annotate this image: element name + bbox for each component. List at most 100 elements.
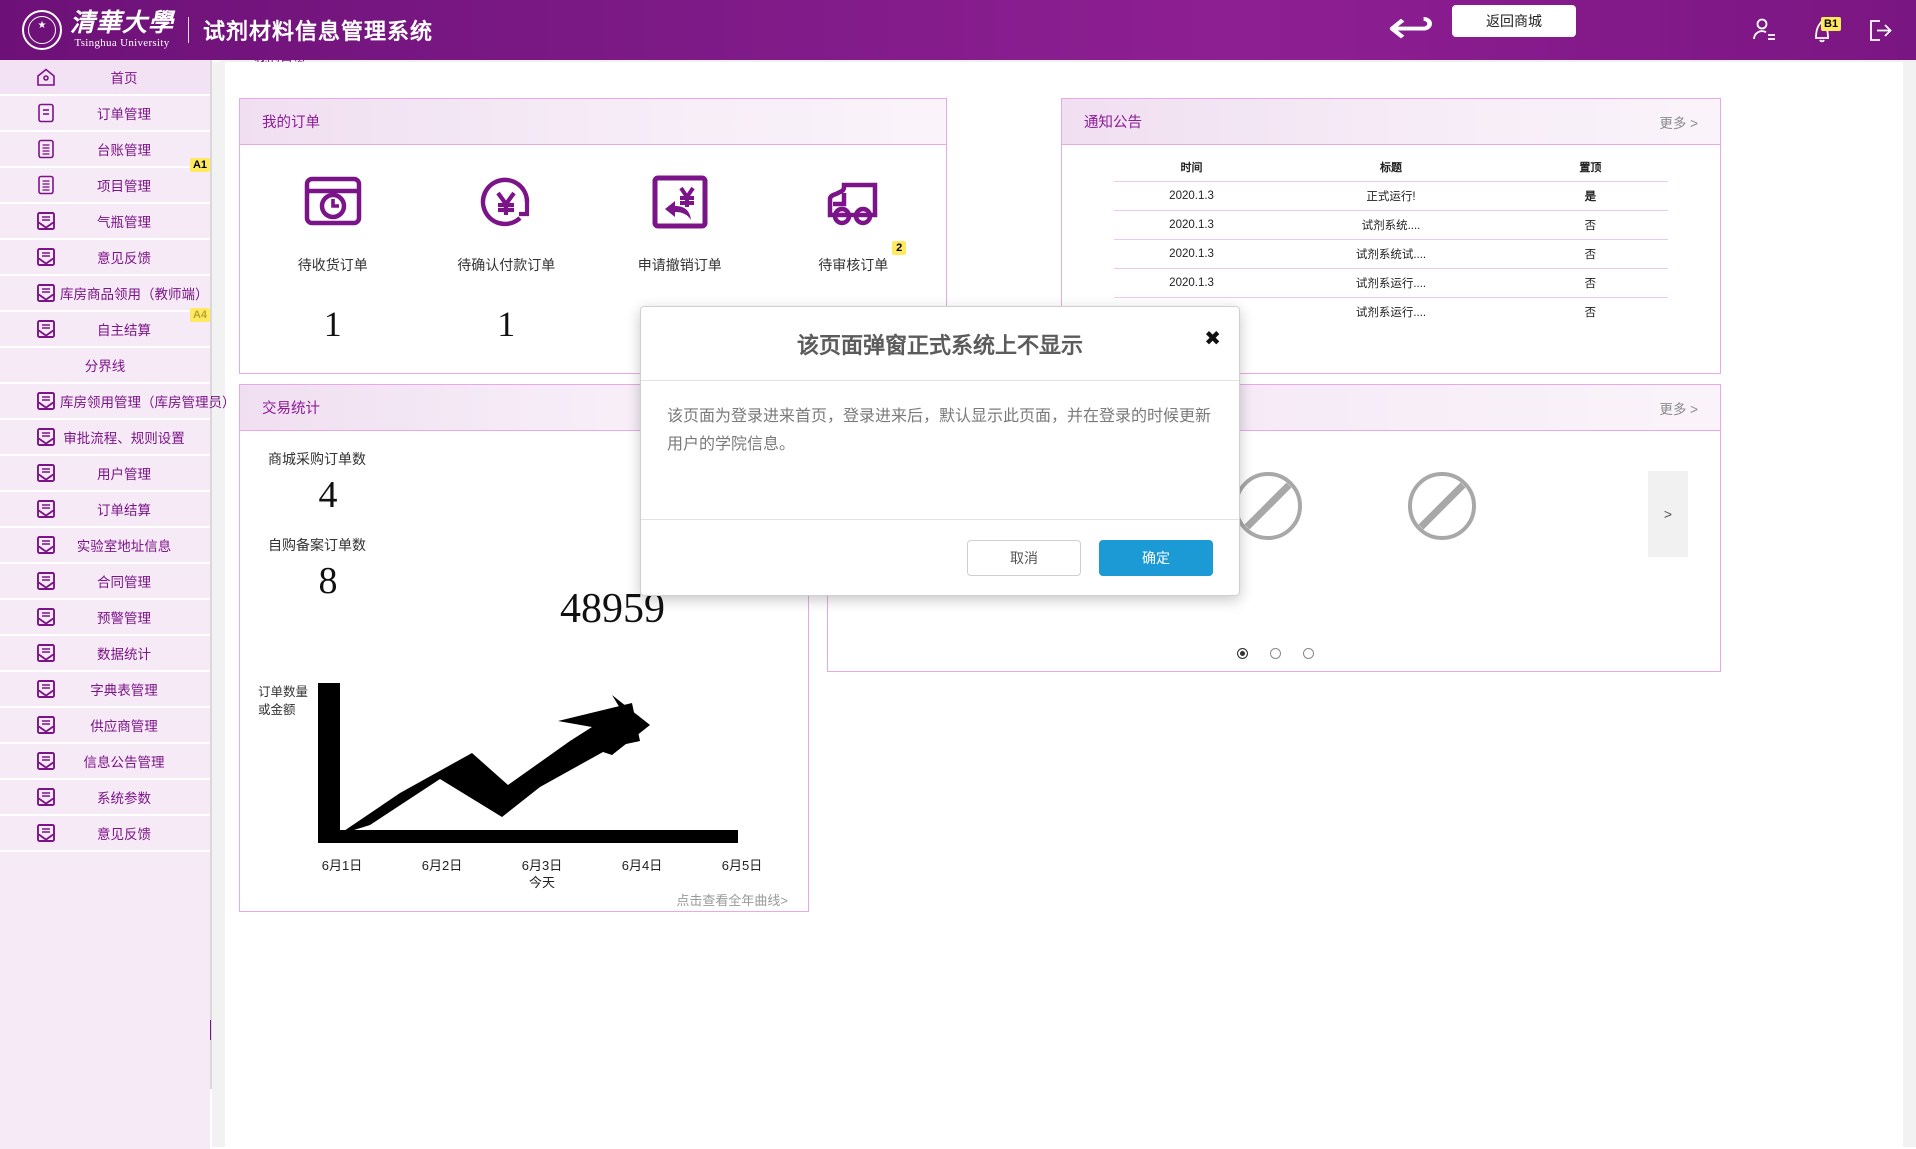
notification-badge: B1 xyxy=(1821,17,1842,31)
cancel-button[interactable]: 取消 xyxy=(967,539,1081,576)
no-image-icon xyxy=(1234,472,1302,540)
sidebar-item-6[interactable]: 库房商品领用（教师端） xyxy=(0,276,210,312)
sidebar-item-4[interactable]: 气瓶管理 xyxy=(0,204,210,240)
x-tick-2: 6月3日 今天 xyxy=(492,857,592,891)
notice-more-link[interactable]: 更多 > xyxy=(1659,112,1698,132)
notice-cell: 2020.1.3 xyxy=(1114,210,1270,240)
yen-return-icon xyxy=(593,167,767,237)
close-icon[interactable]: ✖ xyxy=(1204,329,1221,349)
no-image-icon xyxy=(1408,472,1476,540)
sidebar-item-15[interactable]: 预警管理 xyxy=(0,600,210,636)
system-title: 试剂材料信息管理系统 xyxy=(203,19,434,44)
x-tick-label: 6月2日 xyxy=(421,858,463,873)
envelope-icon xyxy=(32,210,60,232)
my-orders-title: 我的订单 xyxy=(262,115,320,131)
university-name-en: Tsinghua University xyxy=(74,37,170,49)
annotation-badge: 2 xyxy=(892,241,907,255)
sidebar-nav: 首页 订单管理 台账管理 项目管理 A1 气瓶管理 意见反馈 库房商品领用（教师端） 自主结算 A… xyxy=(0,60,236,1149)
carousel-dot-2[interactable] xyxy=(1302,648,1314,659)
sidebar-item-19[interactable]: 信息公告管理 xyxy=(0,744,210,780)
clipboard-lines-icon xyxy=(32,174,60,196)
sidebar-item-21[interactable]: 意见反馈 xyxy=(0,816,210,852)
order-tile-label-text: 申请撤销订单 xyxy=(637,257,722,273)
back-arrow-icon[interactable]: ↩ xyxy=(1387,2,1435,52)
sidebar-item-17[interactable]: 字典表管理 xyxy=(0,672,210,708)
view-year-curve-link[interactable]: 点击查看全年曲线> xyxy=(676,890,788,909)
sidebar-item-label: 订单管理 xyxy=(97,107,151,122)
notice-table-header-row: 时间 标题 置顶 xyxy=(1114,153,1668,182)
order-tile-label: 待确认付款订单 xyxy=(457,255,555,275)
carousel-more-link[interactable]: 更多 > xyxy=(1659,398,1698,418)
table-row[interactable]: 2020.1.3 正式运行! 是 xyxy=(1114,181,1668,211)
sidebar-item-3[interactable]: 项目管理 A1 xyxy=(0,158,210,204)
sidebar-item-label: 自主结算 xyxy=(97,323,151,338)
modal-footer: 取消 确定 xyxy=(641,519,1239,595)
app-header: 清華大學 Tsinghua University 试剂材料信息管理系统 ↩ 返回… xyxy=(0,0,1916,60)
clipboard-icon xyxy=(32,102,60,124)
envelope-icon xyxy=(32,426,60,448)
sidebar-item-5[interactable]: 意见反馈 xyxy=(0,240,210,276)
sidebar-item-8[interactable]: 分界线 xyxy=(0,348,210,384)
sidebar-item-13[interactable]: 实验室地址信息 xyxy=(0,528,210,564)
table-row[interactable]: 2020.1.3 试剂系运行.... 否 xyxy=(1114,268,1668,298)
x-tick-3: 6月4日 xyxy=(592,857,692,891)
notice-cell: 2020.1.3 xyxy=(1114,268,1270,298)
annotation-badge: A4 xyxy=(189,308,210,322)
envelope-icon xyxy=(32,318,60,340)
envelope-icon xyxy=(32,786,60,808)
envelope-icon xyxy=(32,282,60,304)
sidebar-item-14[interactable]: 合同管理 xyxy=(0,564,210,600)
university-name-cn: 清華大學 xyxy=(70,10,175,37)
notice-cell: 试剂系运行.... xyxy=(1355,307,1427,319)
bell-icon[interactable]: B1 xyxy=(1808,15,1842,45)
sidebar-item-20[interactable]: 系统参数 xyxy=(0,780,210,816)
notice-title: 通知公告 xyxy=(1084,115,1142,131)
order-tile-1[interactable]: 待确认付款订单 1 xyxy=(420,167,594,345)
carousel-next-button[interactable]: > xyxy=(1648,471,1688,557)
notice-cell: 试剂系统.... xyxy=(1269,210,1513,240)
sidebar-item-label: 气瓶管理 xyxy=(97,215,151,230)
notice-cell: 2020.1.3 xyxy=(1114,239,1270,269)
notice-header: 通知公告 更多 > xyxy=(1062,99,1720,145)
main-content: 我的首页 我的订单 待收货订单1待确认付款订单1申请撤销订单待审核订单2 通知公… xyxy=(212,44,1916,1149)
envelope-icon xyxy=(32,606,60,628)
order-tile-label-text: 待审核订单 xyxy=(818,257,889,273)
sidebar-item-label: 预警管理 xyxy=(97,611,151,626)
envelope-icon xyxy=(32,714,60,736)
yen-circle-icon xyxy=(420,167,594,237)
my-orders-header: 我的订单 xyxy=(240,99,946,145)
info-modal: 该页面弹窗正式系统上不显示 ✖ 该页面为登录进来首页，登录进来后，默认显示此页面… xyxy=(640,306,1240,596)
sidebar-item-18[interactable]: 供应商管理 xyxy=(0,708,210,744)
user-icon[interactable] xyxy=(1750,15,1778,45)
sidebar-item-10[interactable]: 审批流程、规则设置 xyxy=(0,420,210,456)
modal-header: 该页面弹窗正式系统上不显示 ✖ xyxy=(641,307,1239,381)
sidebar-item-label: 供应商管理 xyxy=(90,719,158,734)
notice-col-header-2: 置顶 xyxy=(1512,153,1668,182)
table-row[interactable]: 2020.1.3 试剂系统试.... 否 xyxy=(1114,239,1668,269)
carousel-dot-1[interactable] xyxy=(1269,648,1281,659)
x-tick-0: 6月1日 xyxy=(292,857,392,891)
table-row[interactable]: 2020.1.3 试剂系统.... 否 xyxy=(1114,210,1668,240)
sidebar-item-label: 分界线 xyxy=(84,359,126,374)
sidebar-item-0[interactable]: 首页 xyxy=(0,60,210,96)
sidebar-item-12[interactable]: 订单结算 xyxy=(0,492,210,528)
sidebar-item-11[interactable]: 用户管理 xyxy=(0,456,210,492)
sidebar-item-7[interactable]: 自主结算 A4 xyxy=(0,308,210,348)
sidebar-item-1[interactable]: 订单管理 xyxy=(0,96,210,132)
carousel-dot-0[interactable] xyxy=(1236,648,1248,659)
sidebar-item-label: 合同管理 xyxy=(97,575,151,590)
logout-icon[interactable] xyxy=(1866,15,1894,45)
order-tile-label-text: 待确认付款订单 xyxy=(457,257,556,273)
sidebar-item-label: 用户管理 xyxy=(97,467,151,482)
sidebar-item-16[interactable]: 数据统计 xyxy=(0,636,210,672)
notice-cell: 否 xyxy=(1512,268,1668,298)
order-tile-0[interactable]: 待收货订单 1 xyxy=(246,167,420,345)
envelope-icon xyxy=(32,822,60,844)
envelope-icon xyxy=(32,462,60,484)
sidebar-item-9[interactable]: 库房领用管理（库房管理员） xyxy=(0,384,236,420)
sidebar-item-2[interactable]: 台账管理 xyxy=(0,132,210,168)
confirm-button[interactable]: 确定 xyxy=(1099,539,1213,576)
back-to-mall-button[interactable]: 返回商城 xyxy=(1452,5,1576,37)
envelope-icon xyxy=(32,750,60,772)
sidebar-item-label: 首页 xyxy=(110,71,138,86)
